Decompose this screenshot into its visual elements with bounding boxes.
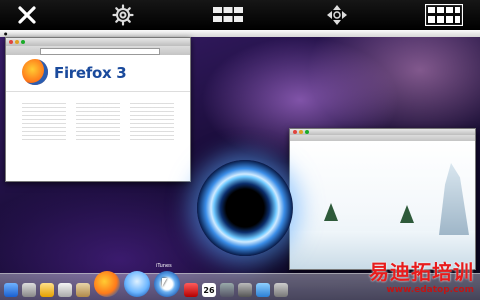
notes-icon[interactable]: [76, 283, 90, 297]
system-prefs-icon[interactable]: [238, 283, 252, 297]
firefox-navbar: [6, 46, 190, 55]
dashboard-icon[interactable]: [22, 283, 36, 297]
tree-icon: [400, 205, 414, 223]
safari-icon[interactable]: [154, 271, 180, 297]
firefox-window[interactable]: Firefox 3: [5, 37, 191, 182]
firefox-dock-icon[interactable]: [94, 271, 120, 297]
window-controls: [9, 40, 25, 44]
ical-icon[interactable]: 26: [202, 283, 216, 297]
dock-icons: 26: [4, 271, 288, 297]
close-icon: [18, 6, 36, 24]
gear-icon: [112, 4, 134, 26]
firefox-logo-text: Firefox 3: [54, 64, 127, 82]
photo-icon[interactable]: [220, 283, 234, 297]
keyboard-button[interactable]: [211, 2, 245, 28]
minimize-dot-icon[interactable]: [299, 130, 303, 134]
game-page: [290, 141, 475, 269]
lastfm-icon[interactable]: [184, 283, 198, 297]
zoom-dot-icon[interactable]: [21, 40, 25, 44]
remote-toolbar: [0, 0, 480, 31]
move-button[interactable]: [324, 2, 350, 28]
close-button[interactable]: [14, 2, 40, 28]
firefox-titlebar[interactable]: [6, 38, 190, 46]
page-column: [76, 100, 120, 142]
keyboard-icon: [213, 7, 243, 22]
firefox-logo-icon: [22, 59, 48, 85]
utility-icon[interactable]: [274, 283, 288, 297]
preview-icon[interactable]: [58, 283, 72, 297]
itunes-icon[interactable]: [124, 271, 150, 297]
window-controls: [293, 130, 309, 134]
vlc-icon[interactable]: [40, 283, 54, 297]
apple-icon[interactable]: ●: [4, 31, 8, 36]
settings-button[interactable]: [110, 2, 136, 28]
close-dot-icon[interactable]: [9, 40, 13, 44]
firefox-page: Firefox 3: [6, 55, 190, 181]
close-dot-icon[interactable]: [293, 130, 297, 134]
dock-tooltip: iTunes: [156, 263, 172, 269]
move-arrows-icon: [327, 5, 347, 25]
watermark: 易迪拓培训 www.edatop.com: [369, 256, 474, 295]
page-column: [22, 100, 66, 142]
ice-mountain: [439, 163, 469, 235]
grid-icon: [425, 4, 463, 26]
tree-icon: [324, 203, 338, 221]
game-window[interactable]: [289, 128, 476, 270]
url-field[interactable]: [40, 48, 160, 55]
minimize-dot-icon[interactable]: [15, 40, 19, 44]
vortex-wallpaper-graphic: [197, 160, 293, 256]
mac-menubar: ●: [0, 30, 480, 37]
watermark-title: 易迪拓培训: [369, 260, 474, 284]
zoom-dot-icon[interactable]: [305, 130, 309, 134]
firefox-page-header: Firefox 3: [6, 55, 190, 92]
skype-icon[interactable]: [256, 283, 270, 297]
watermark-url: www.edatop.com: [386, 285, 474, 295]
firefox-page-columns: [6, 92, 190, 142]
mouse-cursor-icon: [162, 278, 167, 287]
finder-icon[interactable]: [4, 283, 18, 297]
grid-button[interactable]: [424, 2, 464, 28]
page-column: [130, 100, 174, 142]
